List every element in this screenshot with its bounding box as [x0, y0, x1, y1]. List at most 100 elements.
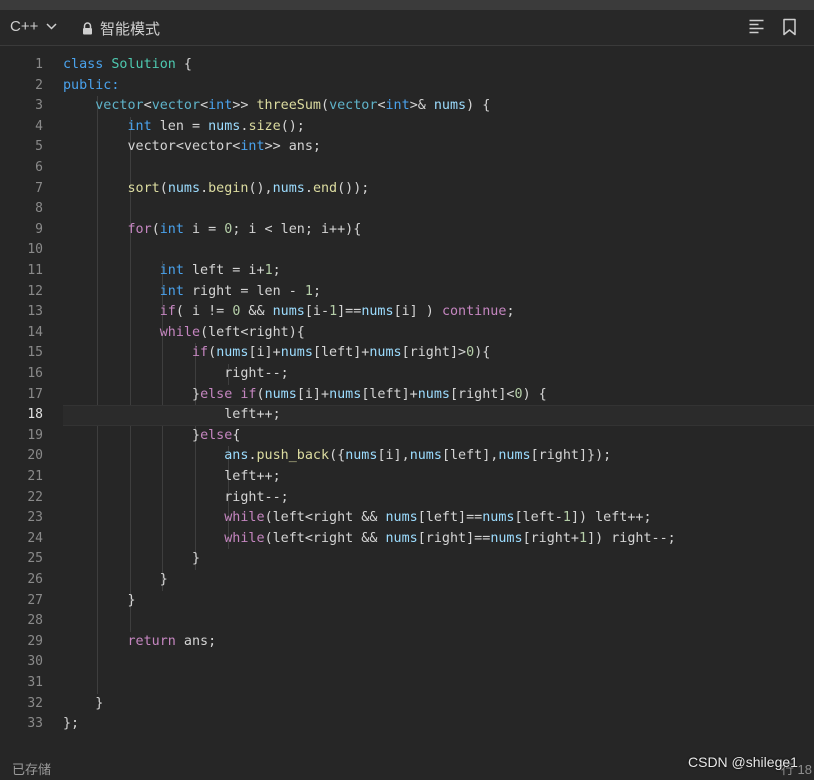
code-text: }else{ — [63, 426, 240, 447]
code-token: vector — [95, 98, 144, 114]
code-text: left++; — [63, 467, 280, 488]
code-token: } — [63, 572, 168, 587]
code-token: (); — [280, 118, 305, 134]
code-token: ]) left++; — [570, 510, 652, 526]
code-line[interactable]: 21 left++; — [0, 467, 814, 488]
code-line[interactable]: 15 if(nums[i]+nums[left]+nums[right]>0){ — [0, 343, 814, 364]
code-token: >> — [232, 98, 257, 114]
code-line[interactable]: 30 — [0, 652, 814, 673]
code-line[interactable]: 1 class Solution { — [0, 55, 814, 76]
code-token: ( — [321, 98, 330, 114]
code-token: [right]}); — [530, 448, 612, 464]
code-line[interactable]: 11 int left = i+1; — [0, 261, 814, 282]
code-text: if(nums[i]+nums[left]+nums[right]>0){ — [63, 343, 490, 364]
code-line[interactable]: 31 — [0, 673, 814, 694]
code-token: } — [63, 427, 201, 443]
code-line[interactable]: 24 while(left<right && nums[right]==nums… — [0, 529, 814, 550]
code-token: >> ans; — [264, 139, 321, 155]
code-line[interactable]: 19 }else{ — [0, 426, 814, 447]
code-editor[interactable]: 1 class Solution {2 public: 3 vector<vector… — [0, 46, 814, 750]
code-token: int — [159, 283, 184, 299]
format-align-icon[interactable] — [748, 18, 765, 35]
code-text: while(left<right){ — [63, 323, 305, 344]
bookmark-icon[interactable] — [782, 18, 797, 36]
code-token: return — [127, 633, 176, 649]
code-token: right--; — [63, 366, 289, 381]
code-token: ( — [256, 386, 265, 402]
line-number: 7 — [35, 180, 43, 196]
code-token: (), — [248, 180, 273, 196]
code-text: } — [63, 570, 168, 591]
code-token: [left]== — [417, 510, 483, 526]
code-line[interactable]: 20 ans.push_back({nums[i],nums[left],num… — [0, 446, 814, 467]
code-token: && — [240, 304, 273, 320]
code-line[interactable]: 32 } — [0, 694, 814, 715]
code-token: vector<vector< — [63, 139, 241, 155]
smart-mode-indicator[interactable]: 智能模式 — [82, 18, 160, 39]
code-token: int — [208, 98, 233, 114]
code-token: [i] ) — [393, 304, 442, 320]
code-line[interactable]: 2 public: — [0, 76, 814, 97]
code-line[interactable]: 13 if( i != 0 && nums[i-1]==nums[i] ) co… — [0, 302, 814, 323]
code-line[interactable]: 12 int right = len - 1; — [0, 282, 814, 303]
code-line[interactable]: 5 vector<vector<int>> ans; — [0, 137, 814, 158]
code-line[interactable]: 22 right--; — [0, 488, 814, 509]
code-line[interactable]: 10 — [0, 240, 814, 261]
code-line[interactable]: 27 } — [0, 591, 814, 612]
line-number: 29 — [27, 633, 43, 649]
code-text: return ans; — [63, 632, 217, 653]
code-line[interactable]: 17 }else if(nums[i]+nums[left]+nums[righ… — [0, 385, 814, 406]
code-text: int right = len - 1; — [63, 282, 321, 303]
code-text: }; — [63, 714, 79, 735]
code-line[interactable]: 9 for(int i = 0; i < len; i++){ — [0, 220, 814, 241]
code-line[interactable]: 26 } — [0, 570, 814, 591]
code-line[interactable]: 23 while(left<right && nums[left]==nums[… — [0, 508, 814, 529]
code-token: [right+ — [522, 530, 579, 546]
code-line[interactable]: 33}; — [0, 714, 814, 735]
code-text: vector<vector<int>> ans; — [63, 137, 321, 158]
code-line[interactable]: 18 left++; — [0, 405, 814, 426]
code-token: nums — [385, 510, 418, 526]
code-line[interactable]: 6 — [0, 158, 814, 179]
code-token: push_back — [256, 448, 330, 464]
code-token: nums — [280, 345, 313, 361]
line-number: 27 — [27, 592, 43, 608]
code-line[interactable]: 14 while(left<right){ — [0, 323, 814, 344]
code-token: if — [159, 304, 176, 320]
code-token: nums — [369, 345, 402, 361]
line-number: 23 — [27, 510, 43, 526]
code-line[interactable]: 3 vector<vector<int>> threeSum(vector<in… — [0, 96, 814, 117]
code-line[interactable]: 28 — [0, 611, 814, 632]
code-token: ]) right--; — [587, 530, 676, 546]
code-token: >& — [409, 98, 434, 114]
line-number: 22 — [27, 489, 43, 505]
code-token: ; — [272, 263, 281, 278]
code-line[interactable]: 8 — [0, 199, 814, 220]
code-line[interactable]: 25 } — [0, 549, 814, 570]
code-token: [left], — [441, 448, 499, 464]
code-line[interactable]: 4 int len = nums.size(); — [0, 117, 814, 138]
language-selector[interactable]: C++ — [10, 18, 57, 35]
code-token: if — [240, 386, 257, 402]
code-token: nums — [329, 386, 362, 402]
line-number: 14 — [27, 324, 43, 340]
code-token: ({ — [329, 448, 346, 464]
code-line[interactable]: 16 right--; — [0, 364, 814, 385]
code-token: 1 — [304, 283, 313, 299]
line-number: 31 — [27, 675, 43, 690]
language-label: C++ — [10, 18, 39, 35]
code-token: [right]< — [450, 386, 515, 402]
code-text: class Solution { — [63, 55, 192, 76]
code-line[interactable]: 29 return ans; — [0, 632, 814, 653]
code-token: 1 — [579, 530, 588, 546]
code-line[interactable]: 7 sort(nums.begin(),nums.end()); — [0, 179, 814, 200]
